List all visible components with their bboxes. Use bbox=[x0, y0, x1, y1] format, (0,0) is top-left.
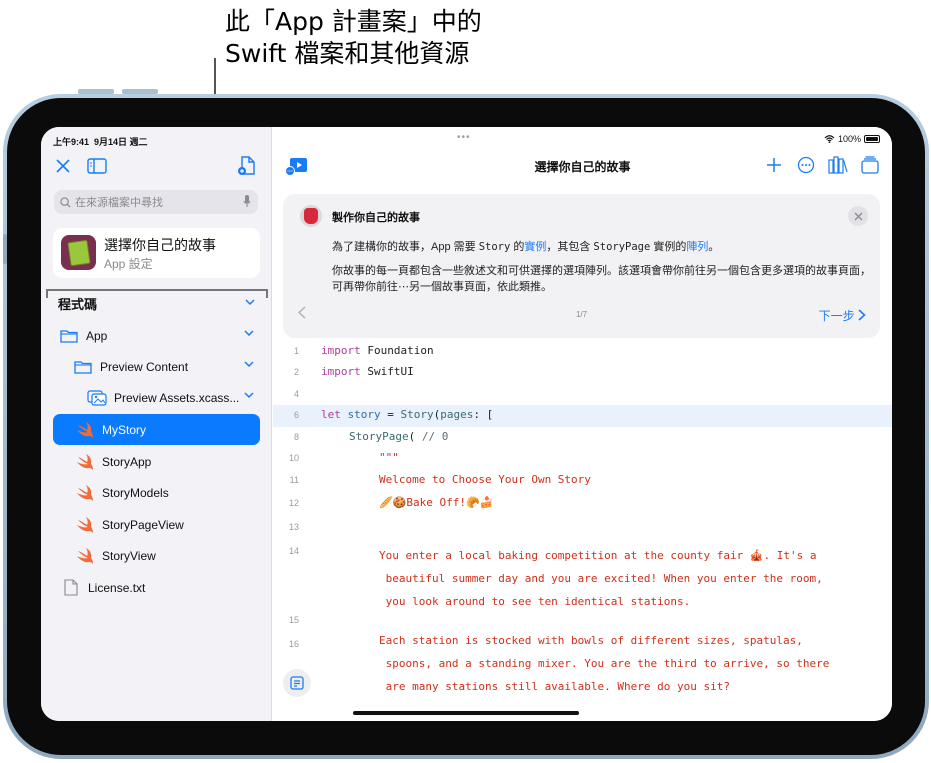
code-line: 2 import SwiftUI bbox=[293, 365, 414, 378]
guide-page-indicator: 1/7 bbox=[575, 310, 588, 319]
guide-avatar bbox=[300, 205, 322, 227]
tree-item-license[interactable]: License.txt bbox=[53, 572, 260, 603]
section-title-code: 程式碼 bbox=[58, 297, 98, 312]
swift-icon bbox=[75, 484, 95, 502]
microphone-icon[interactable] bbox=[243, 195, 251, 208]
chevron-down-icon[interactable] bbox=[244, 391, 254, 402]
project-subtitle: App 設定 bbox=[104, 257, 153, 271]
document-list-icon bbox=[290, 676, 304, 690]
project-title: 選擇你自己的故事 bbox=[104, 237, 216, 253]
code-line: 13 bbox=[288, 522, 299, 532]
swift-icon bbox=[75, 547, 95, 565]
search-icon bbox=[60, 196, 71, 208]
tree-item-storypageview[interactable]: StoryPageView bbox=[53, 509, 260, 540]
status-indicators: 100% bbox=[824, 134, 880, 144]
callout-line-1: 此「App 計畫案」中的 bbox=[225, 7, 482, 36]
add-icon[interactable] bbox=[764, 155, 784, 175]
tree-item-storymodels[interactable]: StoryModels bbox=[53, 477, 260, 508]
new-file-icon[interactable] bbox=[238, 156, 256, 181]
folder-icon bbox=[73, 358, 93, 376]
chevron-down-icon[interactable] bbox=[244, 329, 254, 340]
close-icon[interactable] bbox=[55, 158, 71, 179]
code-line: 11 Welcome to Choose Your Own Story bbox=[289, 473, 591, 486]
project-settings-card[interactable]: 選擇你自己的故事 App 設定 bbox=[53, 228, 260, 278]
side-button bbox=[3, 234, 7, 264]
code-line-current: 6 let story = Story(pages: [ bbox=[273, 405, 892, 427]
story-paragraph-2: Each station is stocked with bowls of di… bbox=[379, 634, 830, 693]
sidebar-toggle-icon[interactable] bbox=[87, 158, 107, 179]
image-asset-icon bbox=[87, 389, 107, 407]
tree-item-storyview[interactable]: StoryView bbox=[53, 540, 260, 571]
tree-item-mystory[interactable]: MyStory bbox=[53, 414, 260, 445]
code-line: 8 StoryPage( // 0 bbox=[293, 430, 449, 443]
callout-annotation: 此「App 計畫案」中的 Swift 檔案和其他資源 bbox=[225, 6, 482, 70]
close-guide-button[interactable] bbox=[848, 206, 868, 226]
multitasking-dots[interactable]: ••• bbox=[457, 132, 471, 143]
chevron-right-icon bbox=[858, 309, 866, 321]
library-icon[interactable] bbox=[828, 155, 848, 175]
home-indicator[interactable] bbox=[353, 711, 579, 715]
more-icon[interactable] bbox=[796, 155, 816, 175]
ipad-screen: 上午9:41 9月14日 週二 在來源檔案中尋找 選擇你自己的故事 App 設定… bbox=[41, 127, 892, 721]
guide-title: 製作你自己的故事 bbox=[332, 212, 420, 224]
battery-icon bbox=[864, 135, 880, 143]
documentation-button[interactable] bbox=[283, 669, 311, 697]
array-link[interactable]: 陣列 bbox=[686, 241, 708, 253]
chevron-down-icon[interactable] bbox=[245, 298, 255, 309]
chevron-down-icon[interactable] bbox=[244, 360, 254, 371]
guide-paragraph-1: 為了建構你的故事，App 需要 Story 的實例，其包含 StoryPage … bbox=[332, 241, 720, 253]
folder-icon bbox=[59, 327, 79, 345]
tree-item-preview-assets[interactable]: Preview Assets.xcass... bbox=[53, 382, 260, 413]
status-time: 上午9:41 9月14日 週二 bbox=[53, 137, 148, 147]
code-line: 12 🥖🍪Bake Off!🥐🍰 bbox=[288, 496, 494, 509]
guide-panel: 製作你自己的故事 為了建構你的故事，App 需要 Story 的實例，其包含 S… bbox=[283, 194, 880, 338]
code-line: 4 bbox=[293, 389, 299, 399]
swift-icon bbox=[75, 421, 95, 439]
swift-icon bbox=[75, 516, 95, 534]
close-icon bbox=[854, 212, 862, 220]
wifi-icon bbox=[824, 135, 835, 143]
swift-icon bbox=[75, 453, 95, 471]
instance-link[interactable]: 實例 bbox=[524, 241, 546, 253]
story-paragraph-1: You enter a local baking competition at … bbox=[379, 549, 823, 608]
code-line: 1 import Foundation bbox=[293, 344, 434, 357]
code-line: 10 """ bbox=[288, 451, 399, 464]
tree-item-app[interactable]: App bbox=[53, 320, 260, 351]
tree-item-storyapp[interactable]: StoryApp bbox=[53, 446, 260, 477]
editor-pane: ••• 100% 選擇你自己的故事 製作你自己的故事 為了建構你的故事，App … bbox=[273, 127, 892, 721]
toolbar bbox=[764, 155, 880, 175]
tabs-overview-icon[interactable] bbox=[860, 155, 880, 175]
tree-item-preview-content[interactable]: Preview Content bbox=[53, 351, 260, 382]
app-icon bbox=[61, 235, 96, 270]
guide-paragraph-2: 你故事的每一頁都包含一些敘述文和可供選擇的選項陣列。該選項會帶你前往另一個包含更… bbox=[332, 265, 871, 293]
search-input[interactable]: 在來源檔案中尋找 bbox=[54, 190, 258, 214]
next-step-button[interactable]: 下一步 bbox=[819, 307, 866, 324]
sidebar: 上午9:41 9月14日 週二 在來源檔案中尋找 選擇你自己的故事 App 設定… bbox=[41, 127, 272, 721]
document-icon bbox=[61, 579, 81, 597]
callout-line-2: Swift 檔案和其他資源 bbox=[225, 39, 470, 68]
